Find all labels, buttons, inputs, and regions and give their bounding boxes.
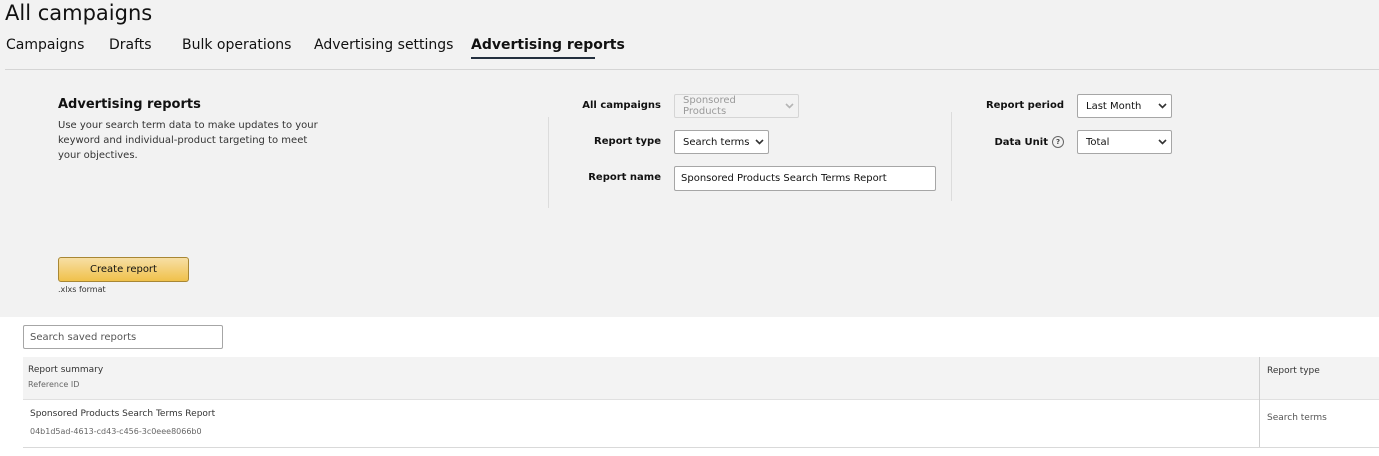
report-type-select[interactable]: Search terms: [674, 130, 769, 154]
active-tab-indicator: [471, 57, 595, 59]
all-campaigns-label: All campaigns: [582, 100, 661, 111]
all-campaigns-value: Sponsored Products: [683, 95, 736, 117]
column-header-report-type[interactable]: Report type: [1267, 366, 1320, 376]
tab-advertising-settings[interactable]: Advertising settings: [314, 36, 453, 54]
column-divider-left: [548, 117, 549, 208]
report-name-label: Report name: [588, 172, 661, 183]
column-header-report-summary[interactable]: Report summary: [28, 365, 103, 375]
all-campaigns-select: Sponsored Products: [674, 94, 799, 118]
column-divider-right: [951, 112, 952, 201]
tab-bulk-operations[interactable]: Bulk operations: [182, 36, 291, 54]
report-period-value: Last Month: [1086, 100, 1142, 112]
create-report-label: Create report: [90, 264, 157, 275]
chevron-down-icon: [1153, 131, 1171, 153]
column-header-reference-id: Reference ID: [28, 380, 80, 389]
create-report-button[interactable]: Create report: [58, 257, 189, 282]
data-unit-value: Total: [1086, 136, 1110, 148]
search-saved-reports-input[interactable]: [23, 325, 223, 349]
question-circle-icon[interactable]: ?: [1052, 136, 1064, 148]
tab-campaigns[interactable]: Campaigns: [6, 36, 84, 54]
section-description: Use your search term data to make update…: [58, 120, 318, 161]
page-title: All campaigns: [5, 1, 153, 25]
chevron-down-icon: [1153, 95, 1171, 117]
chevron-down-icon: [780, 95, 798, 117]
data-unit-select[interactable]: Total: [1077, 130, 1172, 154]
row-divider: [23, 447, 1379, 448]
table-row-reference-id: 04b1d5ad-4613-cd43-c456-3c0eee8066b0: [30, 427, 202, 436]
report-name-input[interactable]: [674, 166, 936, 191]
chevron-down-icon: [750, 131, 768, 153]
column-divider: [1259, 357, 1260, 448]
table-row-report-name[interactable]: Sponsored Products Search Terms Report: [30, 409, 215, 419]
report-type-value: Search terms: [683, 136, 750, 148]
data-unit-label-group: Data Unit ?: [965, 136, 1064, 148]
report-period-select[interactable]: Last Month: [1077, 94, 1172, 118]
tab-drafts[interactable]: Drafts: [109, 36, 152, 54]
report-period-label: Report period: [985, 100, 1064, 111]
report-type-label: Report type: [594, 136, 661, 147]
tab-advertising-reports[interactable]: Advertising reports: [471, 36, 625, 54]
table-header: [23, 357, 1379, 400]
format-note: .xlxs format: [58, 285, 106, 294]
section-title: Advertising reports: [58, 97, 201, 112]
table-row-report-type: Search terms: [1267, 413, 1327, 423]
data-unit-label: Data Unit: [994, 136, 1048, 148]
